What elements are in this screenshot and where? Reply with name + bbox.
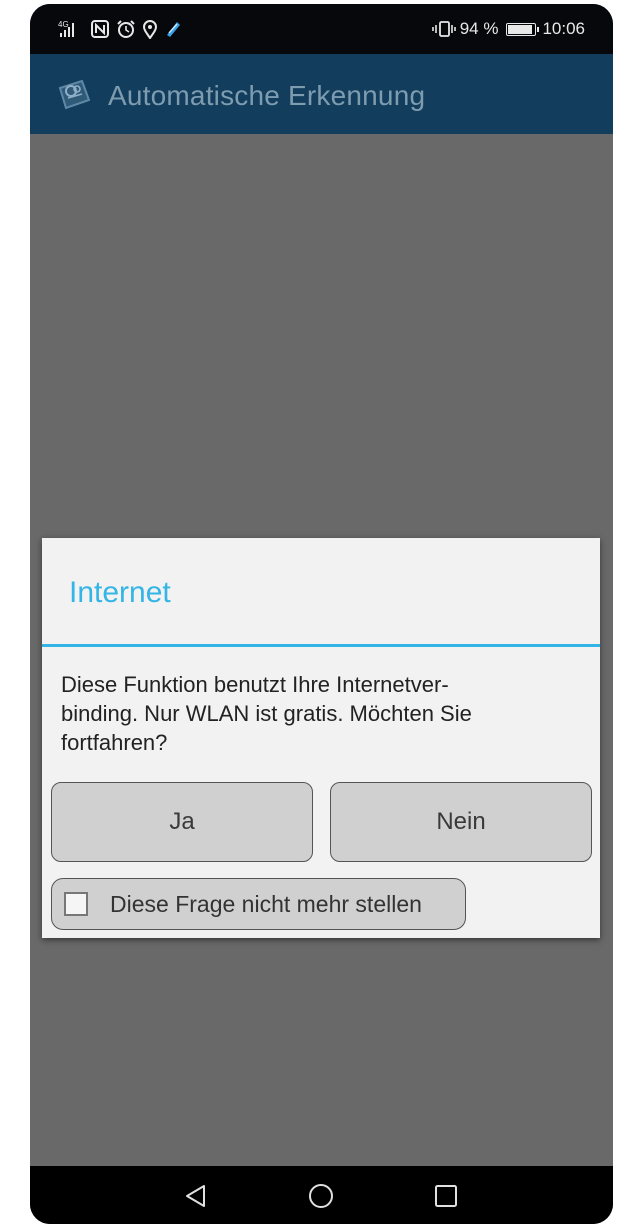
- dont-ask-again-checkbox[interactable]: [64, 892, 88, 916]
- network-type-label: 4G: [58, 20, 69, 29]
- app-bar: Automatische Erkennung: [30, 54, 613, 134]
- no-button[interactable]: Nein: [330, 782, 592, 862]
- dimmed-content-scrim: Internet Diese Funktion benutzt Ihre Int…: [30, 134, 613, 1166]
- home-icon[interactable]: [301, 1176, 341, 1216]
- status-icons-right: 94 % 10:06: [431, 18, 585, 40]
- recents-icon[interactable]: [426, 1176, 466, 1216]
- dont-ask-again-label: Diese Frage nicht mehr stellen: [110, 890, 422, 917]
- signal-icon: 4G: [58, 19, 84, 39]
- status-bar: 4G 94 % 10:06: [30, 4, 613, 54]
- battery-icon: [506, 22, 540, 36]
- clock: 10:06: [542, 19, 585, 38]
- back-icon[interactable]: [176, 1176, 216, 1216]
- nfc-icon: [90, 19, 110, 39]
- dont-ask-again-toggle[interactable]: Diese Frage nicht mehr stellen: [51, 878, 466, 930]
- status-icons-left: 4G: [58, 18, 182, 40]
- vibrate-icon: [431, 19, 456, 39]
- internet-dialog: Internet Diese Funktion benutzt Ihre Int…: [42, 538, 600, 938]
- alarm-icon: [116, 19, 136, 39]
- app-title: Automatische Erkennung: [108, 80, 426, 111]
- phone-screen: 4G 94 % 10:06 Automatische Erkennung Int…: [30, 4, 613, 1224]
- navigation-bar: [30, 1166, 613, 1224]
- dialog-message: Diese Funktion benutzt Ihre Internetver-…: [61, 672, 472, 755]
- app-notification-icon: [164, 19, 182, 39]
- battery-percent: 94 %: [459, 19, 499, 38]
- yes-button[interactable]: Ja: [51, 782, 313, 862]
- dialog-title: Internet: [69, 576, 171, 609]
- app-logo-icon: [56, 78, 92, 112]
- dialog-title-divider: [42, 644, 600, 647]
- location-icon: [142, 19, 158, 39]
